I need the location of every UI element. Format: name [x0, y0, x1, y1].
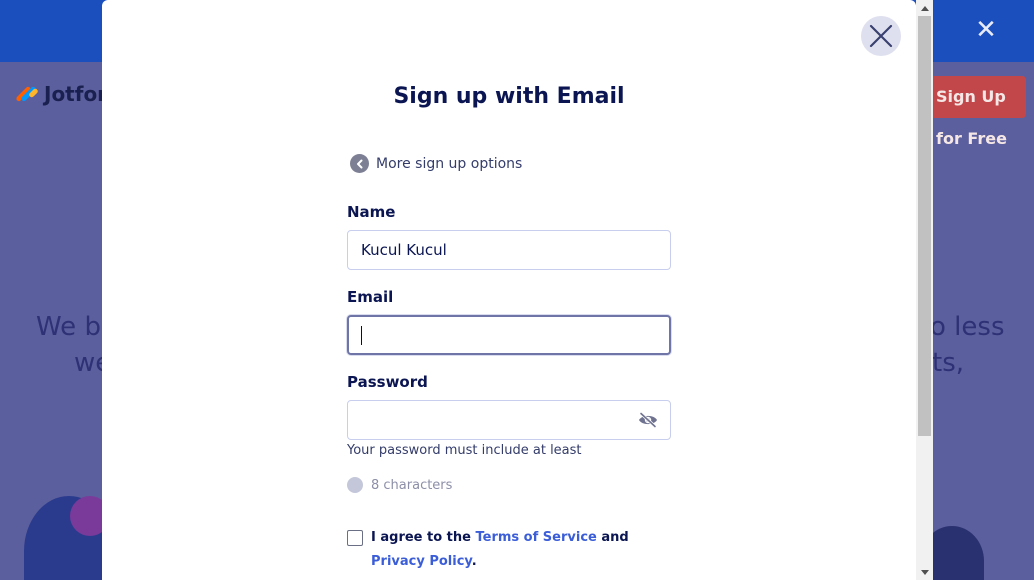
name-label: Name: [347, 203, 396, 221]
email-input[interactable]: [347, 315, 671, 355]
name-input[interactable]: Kucul Kucul: [347, 230, 671, 270]
terms-checkbox[interactable]: [347, 530, 363, 546]
requirement-status-dot: [347, 477, 363, 493]
more-signup-options-link[interactable]: More sign up options: [350, 154, 522, 173]
hero-headline-fragment: ts,: [932, 348, 965, 378]
terms-agreement-text: I agree to the Terms of Service and Priv…: [371, 526, 671, 574]
privacy-policy-link[interactable]: Privacy Policy: [371, 554, 472, 569]
password-requirement: 8 characters: [347, 477, 452, 493]
terms-of-service-link[interactable]: Terms of Service: [476, 530, 597, 545]
agree-and: and: [596, 530, 629, 545]
scroll-up-arrow-icon[interactable]: [916, 0, 933, 16]
hero-headline-fragment: We b: [36, 312, 101, 342]
scroll-down-arrow-icon[interactable]: [916, 564, 933, 580]
jotform-logo-icon: [15, 84, 39, 104]
requirement-text: 8 characters: [371, 477, 453, 493]
close-modal-button[interactable]: [861, 16, 901, 56]
back-link-label: More sign up options: [376, 155, 523, 172]
password-input[interactable]: [347, 400, 671, 440]
hero-headline-fragment: o less: [930, 312, 1005, 342]
banner-close-icon[interactable]: ✕: [972, 16, 1000, 44]
email-label: Email: [347, 288, 394, 306]
password-label: Password: [347, 373, 428, 391]
scrollbar-thumb[interactable]: [918, 16, 931, 436]
text-caret: [361, 326, 362, 345]
modal-title: Sign up with Email: [393, 84, 625, 109]
eye-off-icon[interactable]: [638, 412, 658, 428]
agree-suffix: .: [471, 554, 477, 569]
name-value: Kucul Kucul: [361, 241, 447, 259]
close-icon: [869, 24, 893, 48]
password-hint: Your password must include at least: [347, 443, 582, 458]
agree-prefix: I agree to the: [371, 530, 476, 545]
chevron-left-icon: [350, 154, 369, 173]
